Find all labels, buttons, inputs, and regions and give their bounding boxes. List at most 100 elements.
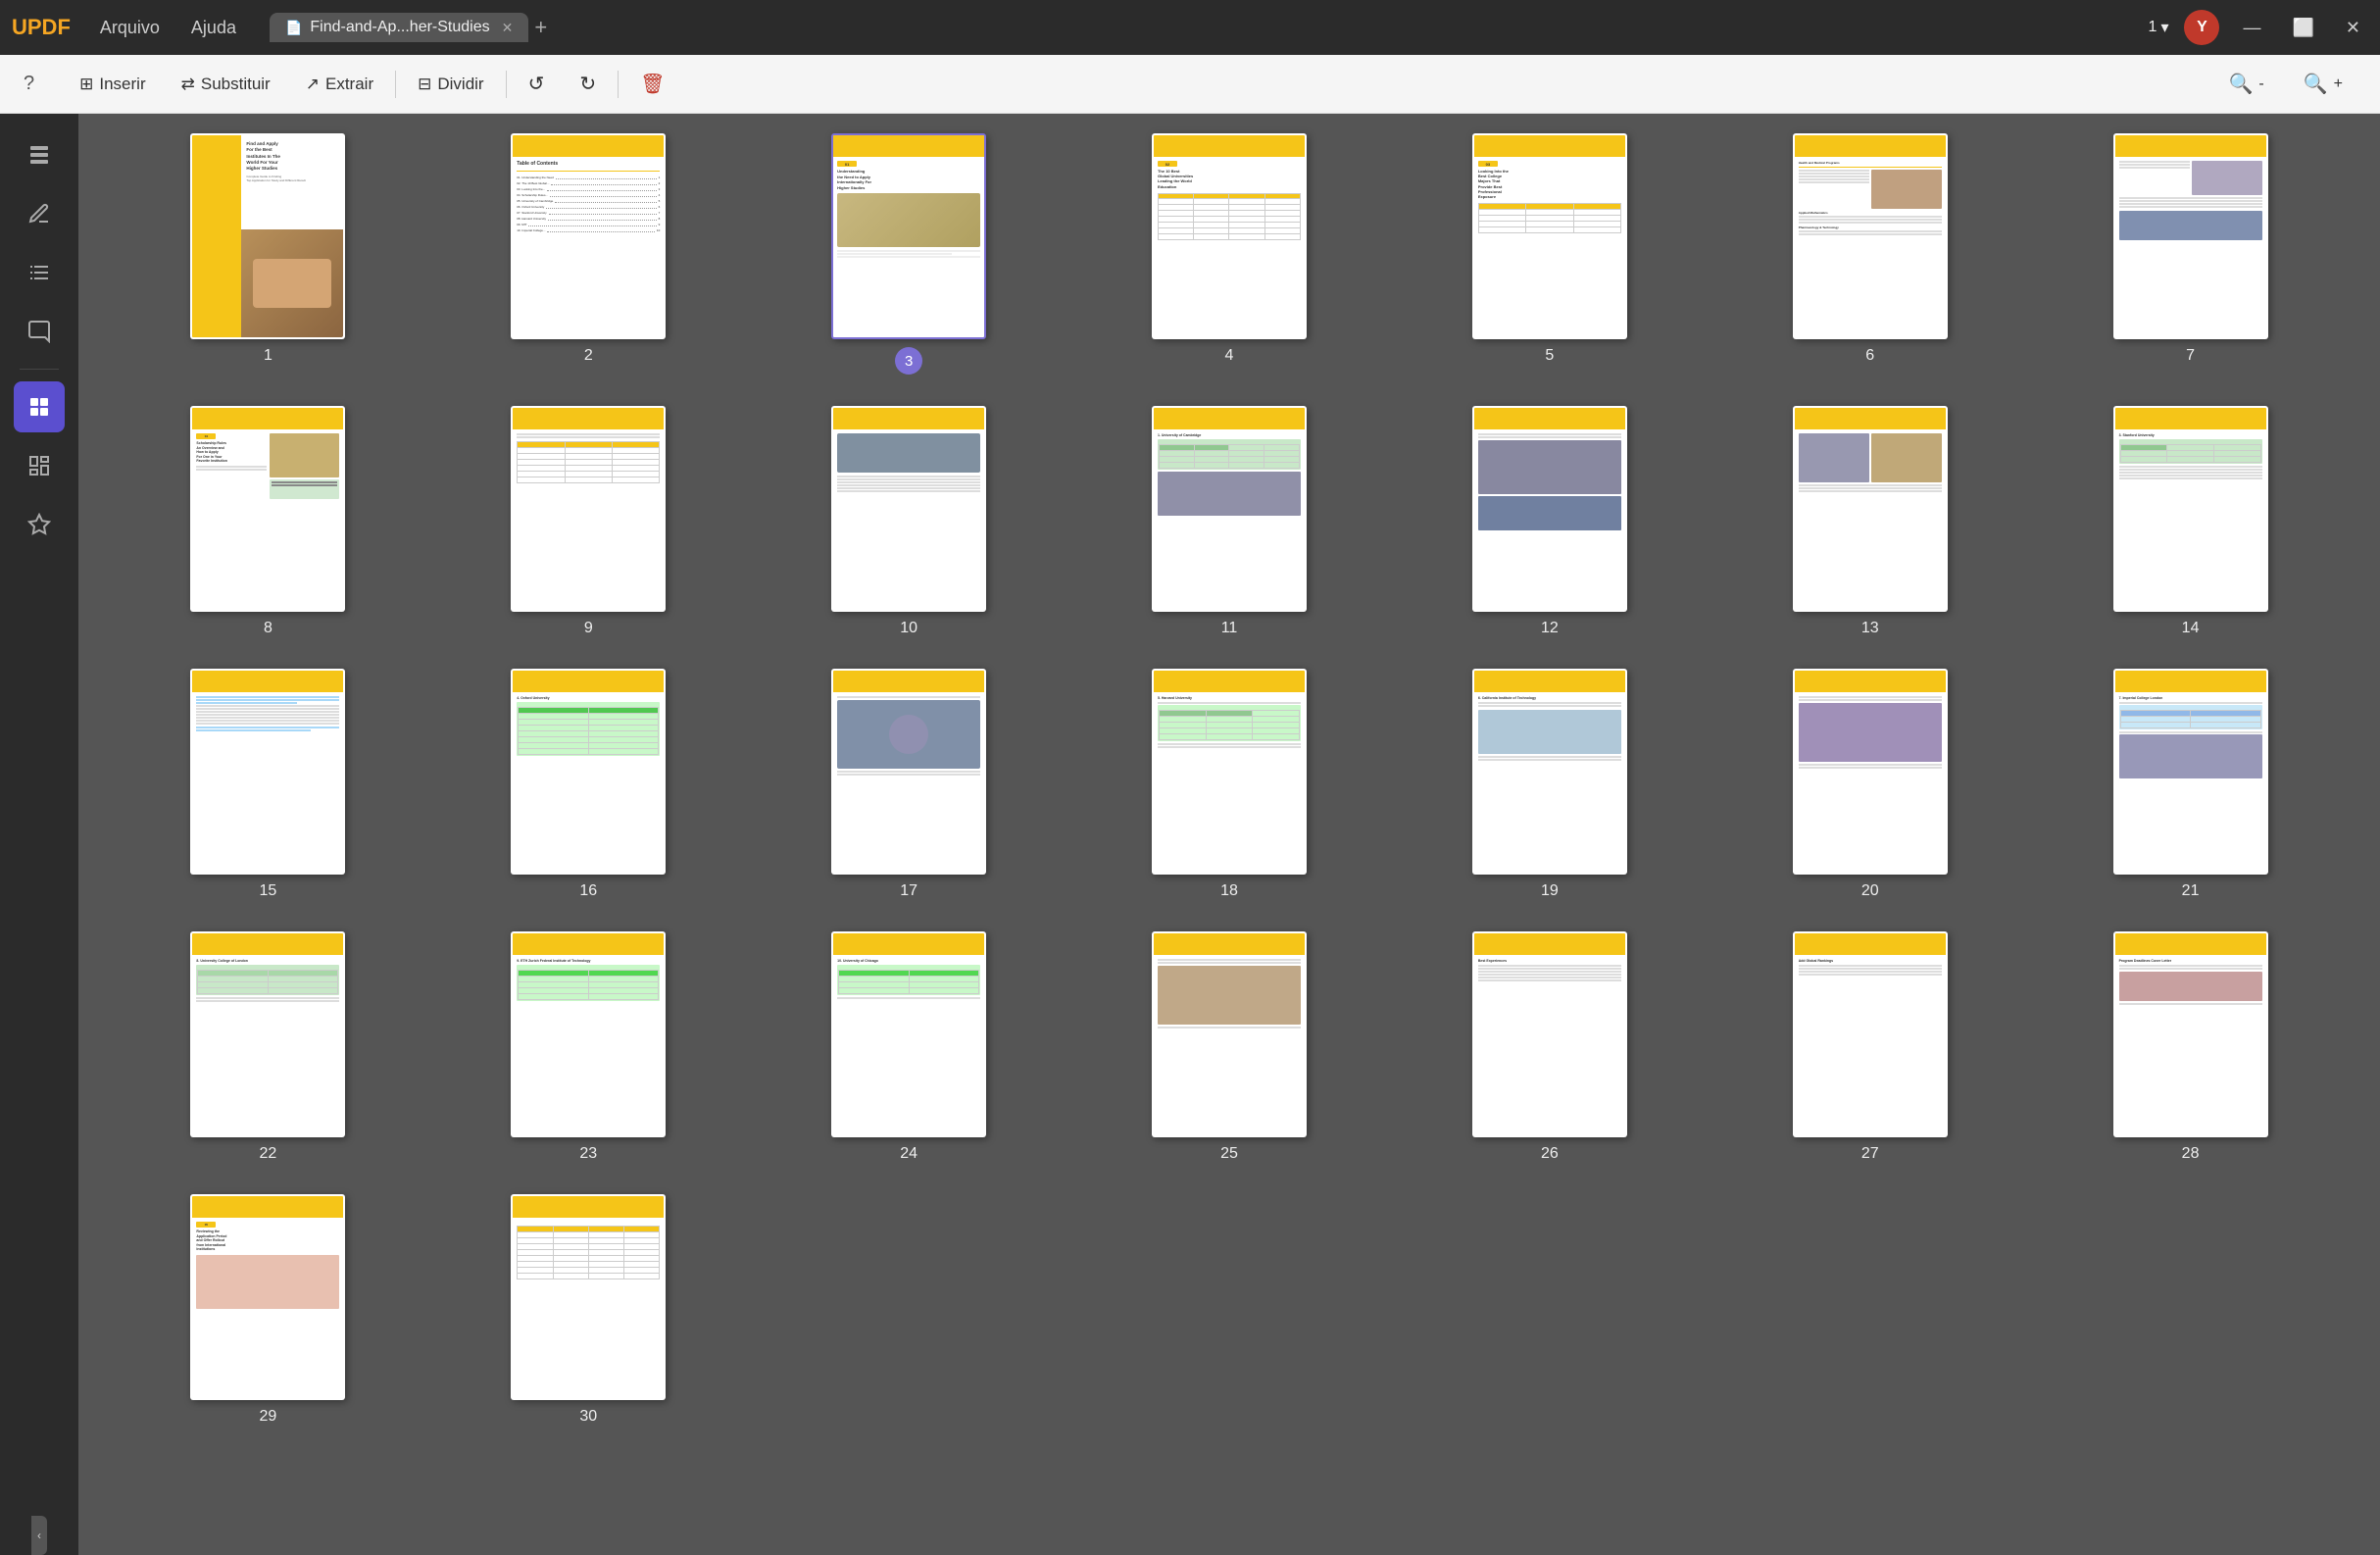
page-thumbnail-27[interactable]: Add Global Rankings [1793,931,1948,1137]
page-thumbnail-30[interactable] [511,1194,666,1400]
tab-close-button[interactable]: ✕ [502,20,514,36]
add-tab-button[interactable]: + [534,15,547,40]
content-area[interactable]: Find and ApplyFor the BestInstitutes In … [78,114,2380,1555]
page-thumbnail-18[interactable]: 5. Harvard University [1152,669,1307,875]
page-nav[interactable]: 1 ▾ [2149,18,2169,37]
page-item[interactable]: 04 Scholarship RulesAn Overview andHow t… [118,406,419,637]
page-thumbnail-26[interactable]: Best Experiences [1472,931,1627,1137]
sidebar-collapse-button[interactable]: ‹ [31,1516,47,1555]
sidebar-item-annotate[interactable] [14,306,65,357]
page-number-11: 11 [1221,620,1238,637]
sidebar-item-pages[interactable] [14,129,65,180]
active-tab[interactable]: 📄 Find-and-Ap...her-Studies ✕ [270,13,528,42]
page-thumbnail-14[interactable]: 3. Stanford University [2113,406,2268,612]
page-thumbnail-21[interactable]: 7. Imperial College London [2113,669,2268,875]
page-item[interactable]: 5. Harvard University [1079,669,1380,900]
page-item[interactable]: 1. University of Cambridge 11 [1079,406,1380,637]
page-thumbnail-22[interactable]: 8. University College of London [190,931,345,1137]
page-item[interactable]: 15 [118,669,419,900]
page-item[interactable]: 9. ETH Zurich Federal Institute of Techn… [438,931,739,1163]
user-avatar[interactable]: Y [2184,10,2219,45]
page-thumbnail-2[interactable]: Table of Contents 01. Understanding the … [511,133,666,339]
help-icon[interactable]: ? [24,73,34,95]
page-item[interactable]: 7 [2040,133,2341,375]
page-number-25: 25 [1220,1145,1238,1163]
sidebar-item-edit[interactable] [14,188,65,239]
page-item[interactable]: 05 Reviewing theApplication Periodand Of… [118,1194,419,1426]
page-thumbnail-4[interactable]: 02 The 10 BestGlobal UniversitiesLeading… [1152,133,1307,339]
page-thumbnail-19[interactable]: 6. California Institute of Technology [1472,669,1627,875]
page-number: 1 [2149,19,2157,36]
insert-button[interactable]: ⊞ Inserir [66,69,159,100]
extract-button[interactable]: ↗ Extrair [292,69,387,100]
page-thumbnail-20[interactable] [1793,669,1948,875]
page-item[interactable]: 9 [438,406,739,637]
page-item[interactable]: 12 [1399,406,1700,637]
maximize-button[interactable]: ⬜ [2284,14,2321,42]
menu-arquivo[interactable]: Arquivo [86,14,174,42]
page-thumbnail-10[interactable] [831,406,986,612]
minimize-button[interactable]: — [2235,14,2268,42]
rotate-right-button[interactable]: ↻ [566,66,610,102]
page-item[interactable]: Health and Medical Programs [1719,133,2020,375]
page-item[interactable]: 10. University of Chicago 24 [759,931,1060,1163]
sidebar-item-list[interactable] [14,247,65,298]
page-thumbnail-25[interactable] [1152,931,1307,1137]
extract-icon: ↗ [306,75,320,94]
page-thumbnail-5[interactable]: 03 Looking Into theBest CollegeMajors Th… [1472,133,1627,339]
updf-logo[interactable]: UPDF [12,15,71,40]
page-thumbnail-16[interactable]: 4. Oxford University [511,669,666,875]
page-item[interactable]: 8. University College of London [118,931,419,1163]
page-number-1: 1 [264,347,273,365]
page-thumbnail-17[interactable] [831,669,986,875]
page-item[interactable]: 4. Oxford University [438,669,739,900]
divide-button[interactable]: ⊟ Dividir [404,69,497,100]
page-item[interactable]: 02 The 10 BestGlobal UniversitiesLeading… [1079,133,1380,375]
page-thumbnail-28[interactable]: Program Deadlines Cover Letter [2113,931,2268,1137]
page-thumbnail-15[interactable] [190,669,345,875]
sidebar-item-thumbnail[interactable] [14,381,65,432]
page-item[interactable]: 17 [759,669,1060,900]
page-thumbnail-11[interactable]: 1. University of Cambridge [1152,406,1307,612]
page-thumbnail-9[interactable] [511,406,666,612]
sidebar-item-sticker[interactable] [14,499,65,550]
page-thumbnail-3[interactable]: 01 Understandingthe Need to ApplyInterna… [831,133,986,339]
page-item[interactable]: 20 [1719,669,2020,900]
page-item[interactable]: 6. California Institute of Technology 19 [1399,669,1700,900]
zoom-in-button[interactable]: 🔍 + [2290,66,2356,102]
delete-button[interactable]: 🗑 [626,66,678,102]
separator-1 [395,71,396,98]
page-item[interactable]: 01 Understandingthe Need to ApplyInterna… [759,133,1060,375]
page-item[interactable]: Find and ApplyFor the BestInstitutes In … [118,133,419,375]
page-item[interactable]: Add Global Rankings 27 [1719,931,2020,1163]
page-thumbnail-23[interactable]: 9. ETH Zurich Federal Institute of Techn… [511,931,666,1137]
page-thumbnail-1[interactable]: Find and ApplyFor the BestInstitutes In … [190,133,345,339]
page-thumbnail-29[interactable]: 05 Reviewing theApplication Periodand Of… [190,1194,345,1400]
page-item[interactable]: 25 [1079,931,1380,1163]
page-thumbnail-24[interactable]: 10. University of Chicago [831,931,986,1137]
page-item[interactable]: Program Deadlines Cover Letter 28 [2040,931,2341,1163]
page-nav-chevron[interactable]: ▾ [2160,18,2168,37]
menu-ajuda[interactable]: Ajuda [177,14,250,42]
page-thumbnail-6[interactable]: Health and Medical Programs [1793,133,1948,339]
page-item[interactable]: 3. Stanford University [2040,406,2341,637]
separator-2 [506,71,507,98]
zoom-out-button[interactable]: 🔍 - [2215,66,2278,102]
page-item[interactable]: Best Experiences 26 [1399,931,1700,1163]
page-thumbnail-7[interactable] [2113,133,2268,339]
page-number-8: 8 [264,620,273,637]
page-thumbnail-8[interactable]: 04 Scholarship RulesAn Overview andHow t… [190,406,345,612]
separator-3 [618,71,619,98]
page-thumbnail-12[interactable] [1472,406,1627,612]
rotate-left-button[interactable]: ↺ [515,66,559,102]
page-thumbnail-13[interactable] [1793,406,1948,612]
page-item[interactable]: 7. Imperial College London [2040,669,2341,900]
page-item[interactable]: 13 [1719,406,2020,637]
page-item[interactable]: 30 [438,1194,739,1426]
page-item[interactable]: 10 [759,406,1060,637]
replace-button[interactable]: ⇄ Substituir [168,69,284,100]
sidebar-item-organize[interactable] [14,440,65,491]
close-button[interactable]: ✕ [2338,14,2368,42]
page-item[interactable]: Table of Contents 01. Understanding the … [438,133,739,375]
page-item[interactable]: 03 Looking Into theBest CollegeMajors Th… [1399,133,1700,375]
